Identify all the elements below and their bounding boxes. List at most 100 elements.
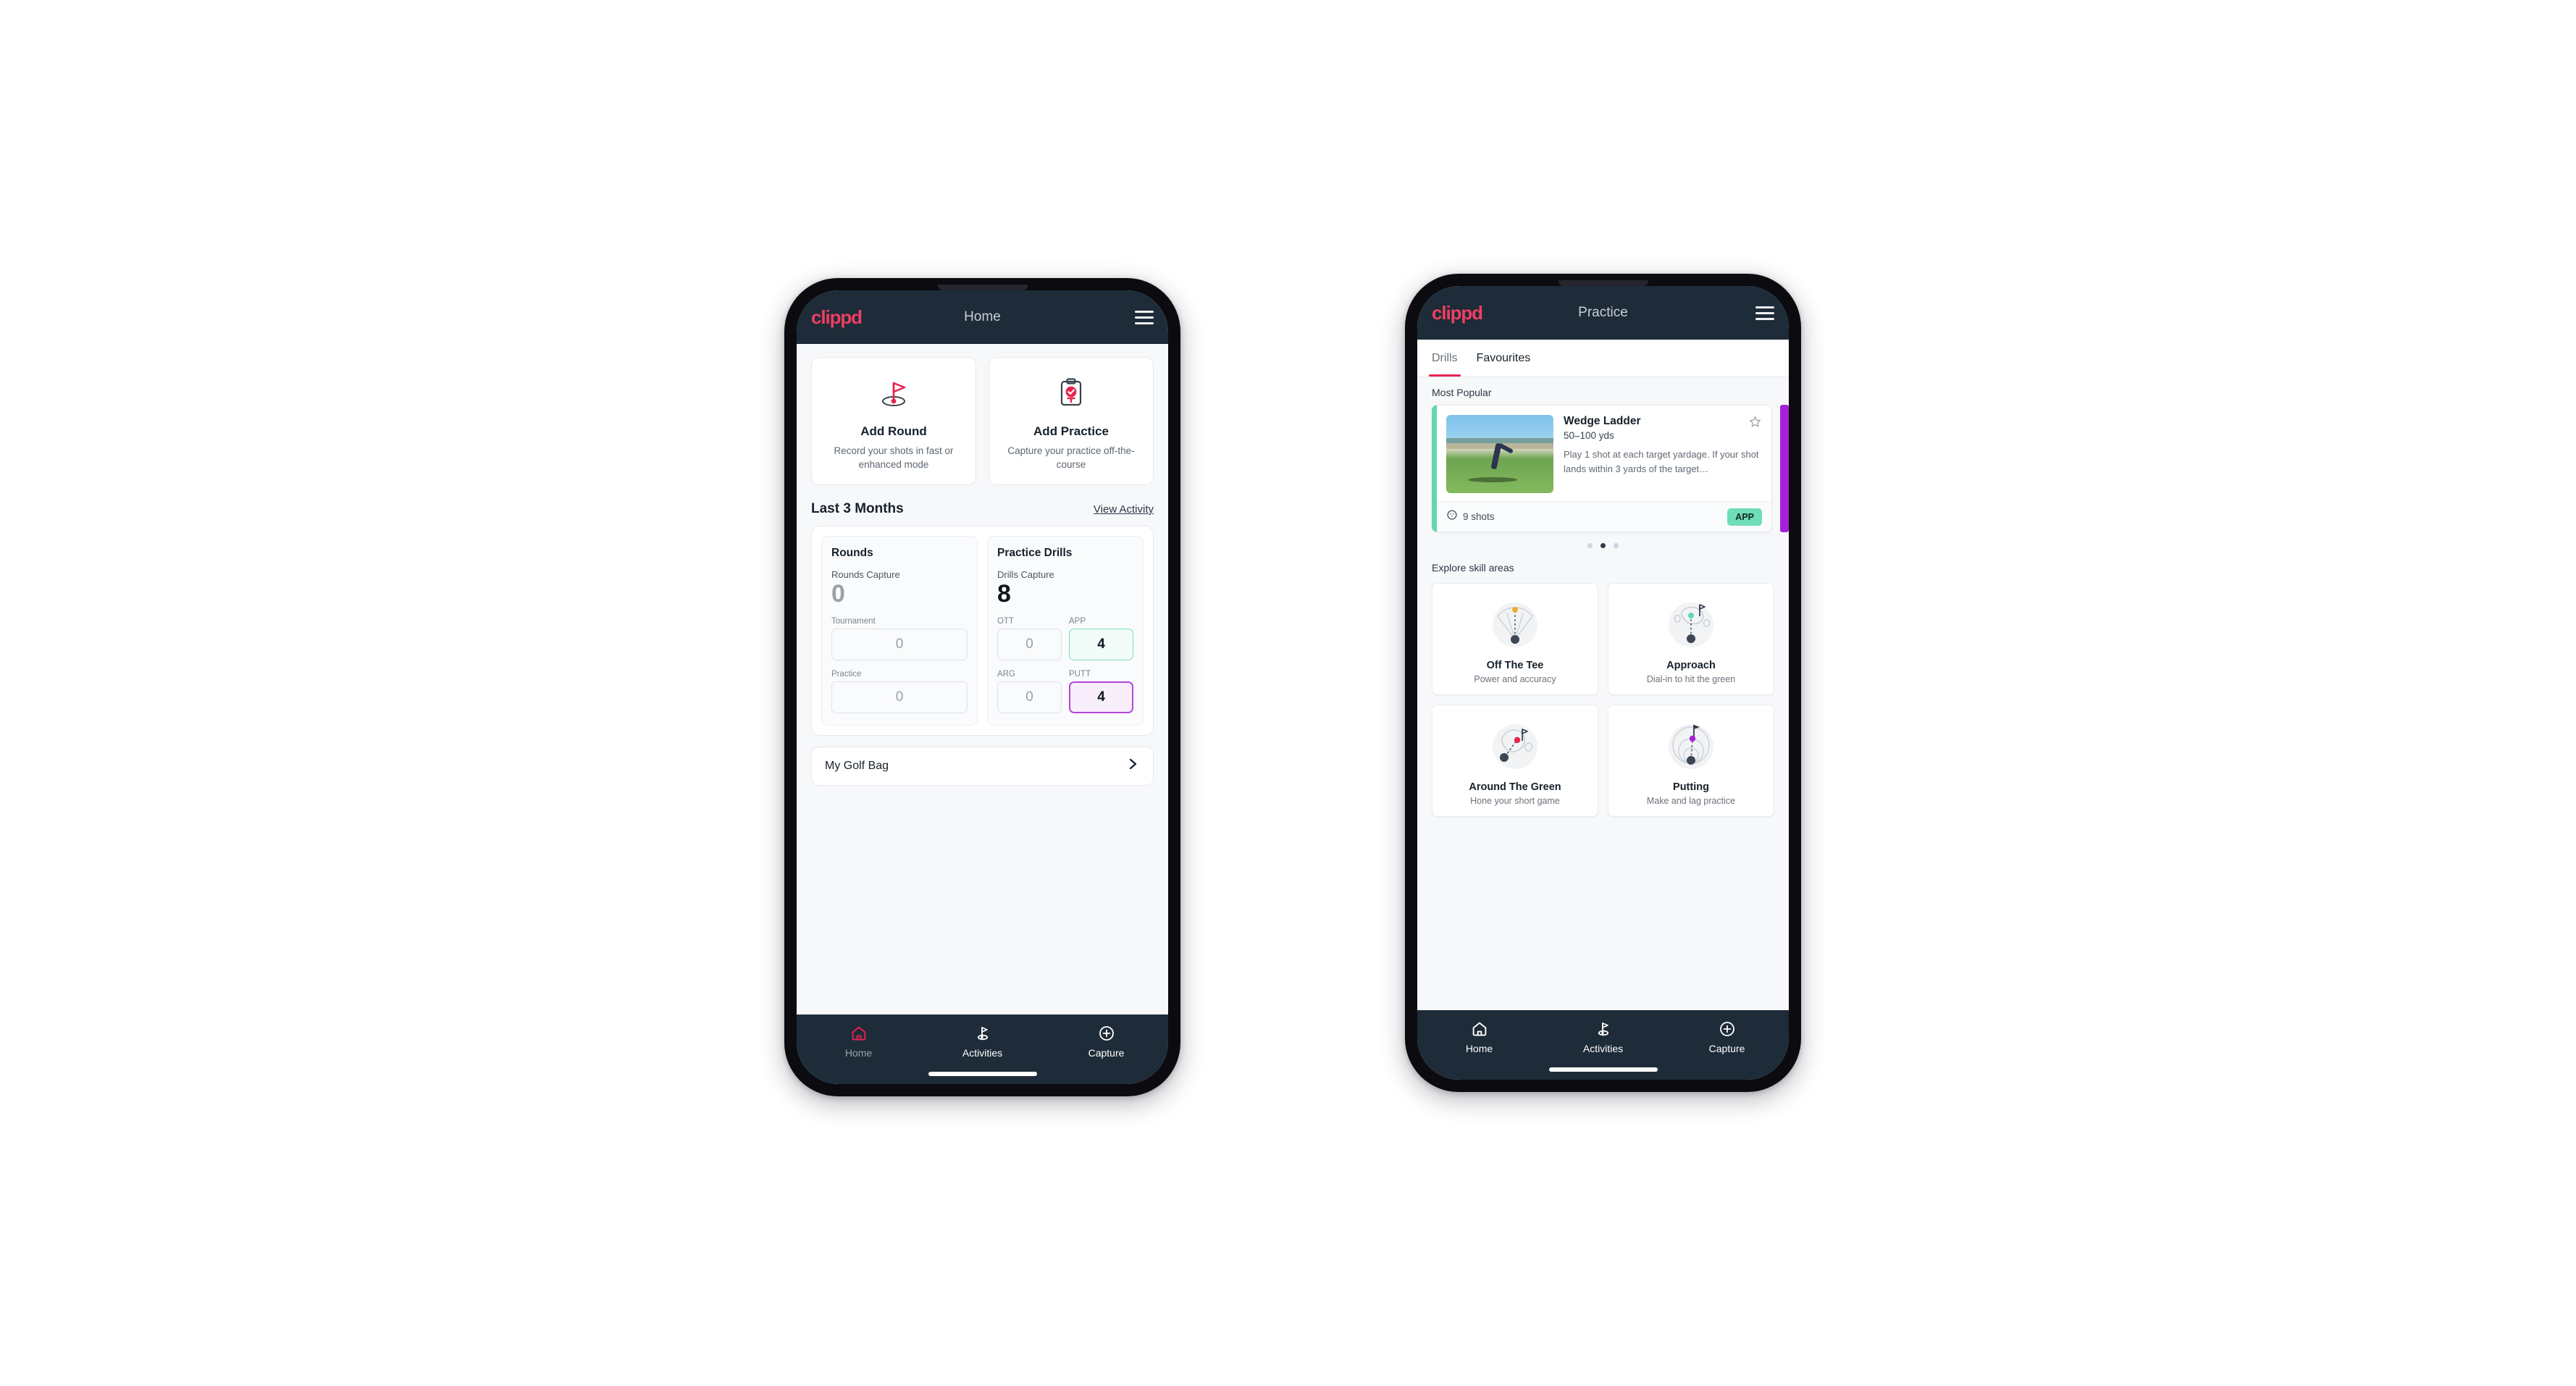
most-popular-label: Most Popular [1432,387,1492,398]
app-label: APP [1069,616,1086,626]
drill-carousel[interactable]: Wedge Ladder 50–100 yds Play 1 shot at e… [1417,405,1789,532]
skill-card-off-the-tee[interactable]: Off The Tee Power and accuracy [1432,583,1598,695]
carousel-dot[interactable] [1587,543,1593,548]
nav-label-capture: Capture [1708,1043,1745,1054]
home-icon [1472,1022,1486,1036]
putt-value[interactable]: 4 [1069,681,1133,713]
drills-capture-value: 8 [997,580,1011,608]
clippd-logo[interactable]: clippd [1432,302,1483,324]
phone-mockup-home: clippd Home Add Round Record your shots … [784,278,1180,1096]
practice-value[interactable]: 0 [831,681,968,713]
practice-tabs: Drills Favourites [1417,340,1789,377]
skill-card-putting[interactable]: Putting Make and lag practice [1608,705,1774,817]
drill-card-wedge-ladder[interactable]: Wedge Ladder 50–100 yds Play 1 shot at e… [1432,405,1772,532]
next-drill-card-peek[interactable] [1780,405,1789,532]
chevron-right-icon [1125,757,1140,775]
ott-field: OTT 0 [997,617,1062,660]
nav-item-capture[interactable]: Capture [1044,1025,1168,1059]
nav-label-home: Home [1465,1043,1493,1054]
app-bar: clippd Home [797,290,1168,344]
carousel-pagination [1417,532,1789,553]
drill-card-body: Wedge Ladder 50–100 yds Play 1 shot at e… [1437,406,1771,501]
nav-label-activities: Activities [962,1047,1003,1059]
rounds-capture-value: 0 [831,580,845,608]
carousel-dot-active[interactable] [1600,543,1606,548]
skill-name: Off The Tee [1486,660,1544,671]
ott-label: OTT [997,616,1014,626]
home-content: Add Round Record your shots in fast or e… [797,344,1168,1015]
drill-meta: Wedge Ladder 50–100 yds Play 1 shot at e… [1564,415,1762,493]
skill-card-approach[interactable]: Approach Dial-in to hit the green [1608,583,1774,695]
tab-drills[interactable]: Drills [1429,340,1461,377]
carousel-dot[interactable] [1614,543,1619,548]
putt-field: PUTT 4 [1069,670,1133,713]
tournament-label: Tournament [831,616,876,626]
drill-shots-count: 9 shots [1463,511,1495,522]
nav-label-home: Home [844,1047,873,1059]
tournament-value[interactable]: 0 [831,628,968,660]
add-practice-title: Add Practice [1033,424,1109,438]
clippd-logo[interactable]: clippd [811,306,863,329]
app-field: APP 4 [1069,617,1133,660]
nav-item-home[interactable]: Home [1417,1020,1541,1054]
drills-capture-label: Drills Capture [997,569,1054,580]
home-indicator [1548,1067,1658,1072]
add-round-subtitle: Record your shots in fast or enhanced mo… [834,445,954,471]
nav-item-capture[interactable]: Capture [1665,1020,1789,1054]
my-golf-bag-label: My Golf Bag [825,759,889,772]
practice-drills-column: Practice Drills Drills Capture 8 OTT 0 A… [987,536,1144,726]
arg-value[interactable]: 0 [997,681,1062,713]
hamburger-menu-icon[interactable] [1135,310,1154,324]
phone-mockup-practice: clippd Practice Drills Favourites Most P… [1405,274,1801,1092]
tournament-field: Tournament 0 [831,617,968,660]
rounds-capture-label: Rounds Capture [831,569,900,580]
putt-label: PUTT [1069,669,1091,679]
skill-name: Putting [1673,781,1709,793]
drill-title-row: Wedge Ladder 50–100 yds [1564,415,1762,441]
my-golf-bag-row[interactable]: My Golf Bag [811,746,1154,786]
stats-card: Rounds Rounds Capture 0 Tournament 0 Pra… [811,526,1154,736]
drill-skill-badge: APP [1727,508,1762,526]
rounds-heading: Rounds [831,547,873,559]
home-icon [852,1026,865,1041]
skill-areas-grid: Off The Tee Power and accuracy Approach … [1417,580,1789,828]
skill-card-around-the-green[interactable]: Around The Green Hone your short game [1432,705,1598,817]
screenshot-stage: clippd Home Add Round Record your shots … [0,0,2576,1386]
add-round-title: Add Round [860,424,927,438]
arg-putt-row: ARG 0 PUTT 4 [997,670,1133,713]
nav-item-home[interactable]: Home [797,1025,920,1059]
arg-label: ARG [997,669,1015,679]
practice-label: Practice [831,669,862,679]
golf-flag-icon [1598,1022,1608,1036]
quick-actions: Add Round Record your shots in fast or e… [797,344,1168,485]
ott-value[interactable]: 0 [997,628,1062,660]
app-bar-practice: clippd Practice [1417,286,1789,340]
phone-screen-practice: clippd Practice Drills Favourites Most P… [1417,286,1789,1080]
bottom-navigation: Home Activities Capture [797,1015,1168,1084]
add-round-card[interactable]: Add Round Record your shots in fast or e… [811,357,976,485]
clipboard-check-icon [1052,372,1090,414]
nav-item-activities[interactable]: Activities [1541,1020,1665,1054]
skill-subtitle: Make and lag practice [1646,796,1736,806]
nav-item-activities[interactable]: Activities [920,1025,1044,1059]
skill-name: Around The Green [1469,781,1561,793]
golf-flag-icon [977,1027,988,1041]
tab-favourites[interactable]: Favourites [1477,340,1531,377]
hamburger-menu-icon[interactable] [1755,306,1774,320]
star-outline-icon[interactable] [1748,415,1762,432]
explore-skill-areas-label: Explore skill areas [1432,562,1514,574]
drill-range: 50–100 yds [1564,430,1614,441]
drill-description: Play 1 shot at each target yardage. If y… [1564,449,1759,474]
app-value[interactable]: 4 [1069,628,1133,660]
view-activity-link[interactable]: View Activity [1094,503,1154,516]
tee-shot-fan-icon [1438,593,1592,655]
approach-green-icon [1614,593,1768,655]
skill-subtitle: Hone your short game [1470,796,1560,806]
phone-screen-home: clippd Home Add Round Record your shots … [797,290,1168,1084]
skill-subtitle: Dial-in to hit the green [1646,674,1736,684]
arg-field: ARG 0 [997,670,1062,713]
add-practice-subtitle: Capture your practice off-the-course [1007,445,1135,471]
skill-subtitle: Power and accuracy [1474,674,1556,684]
bottom-navigation: Home Activities Capture [1417,1010,1789,1080]
add-practice-card[interactable]: Add Practice Capture your practice off-t… [989,357,1154,485]
